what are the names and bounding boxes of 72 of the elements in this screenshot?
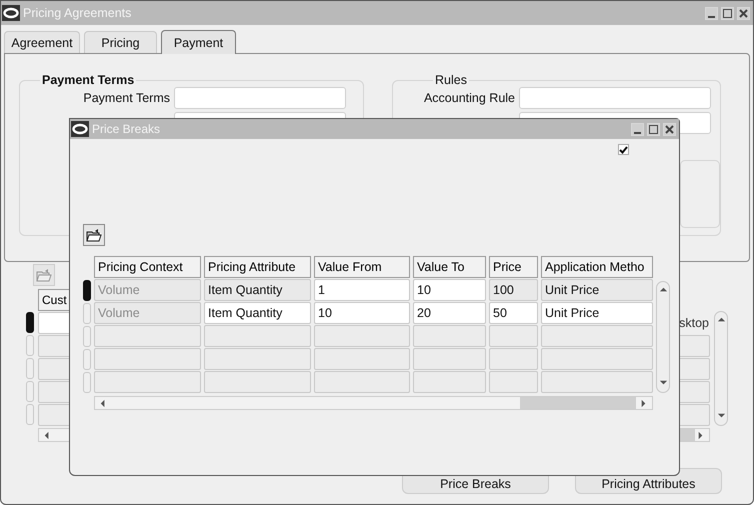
maximize-icon — [723, 8, 732, 18]
table-cell[interactable]: Item Quantity — [204, 279, 311, 301]
maximize-button[interactable] — [721, 6, 734, 20]
vertical-scrollbar[interactable] — [656, 281, 670, 393]
table-cell[interactable] — [541, 325, 653, 347]
table-cell[interactable] — [314, 348, 410, 370]
folder-icon — [36, 268, 52, 282]
table-cell[interactable]: 100 — [489, 279, 538, 301]
table-cell[interactable] — [204, 371, 311, 393]
minimize-button[interactable] — [705, 6, 718, 20]
table-cell[interactable] — [413, 325, 486, 347]
table-cell[interactable] — [94, 348, 201, 370]
scrollbar-thumb[interactable] — [520, 397, 636, 409]
table-cell[interactable] — [314, 325, 410, 347]
column-header: Pricing Context — [94, 256, 201, 278]
window-title: Pricing Agreements — [23, 6, 132, 20]
row-indicator[interactable] — [83, 280, 91, 300]
field-label: Accounting Rule — [422, 91, 515, 105]
logo-icon — [71, 121, 89, 137]
table-cell[interactable] — [541, 371, 653, 393]
table-cell[interactable] — [204, 348, 311, 370]
group-title: Payment Terms — [41, 73, 136, 87]
table-cell[interactable] — [413, 371, 486, 393]
folder-icon — [86, 228, 102, 242]
logo-icon — [2, 5, 20, 21]
tab[interactable]: Pricing — [84, 31, 157, 53]
minimize-button[interactable] — [631, 122, 644, 136]
minimize-icon — [634, 132, 641, 134]
input-field[interactable] — [174, 87, 346, 109]
table-cell[interactable]: 20 — [413, 302, 486, 324]
close-button[interactable] — [663, 122, 676, 136]
table-cell[interactable]: 10 — [413, 279, 486, 301]
table-cell[interactable]: 50 — [489, 302, 538, 324]
maximize-icon — [649, 124, 658, 134]
table-cell[interactable] — [204, 325, 311, 347]
row-indicator[interactable] — [26, 312, 34, 333]
close-icon — [739, 8, 748, 18]
table-cell[interactable] — [413, 348, 486, 370]
minimize-icon — [708, 16, 715, 18]
table-cell[interactable] — [314, 371, 410, 393]
table-cell[interactable] — [489, 348, 538, 370]
column-header: Application Metho — [541, 256, 653, 278]
table-cell[interactable] — [94, 325, 201, 347]
field-label: Payment Terms — [82, 91, 170, 105]
column-header: Value From — [314, 256, 410, 278]
table-cell[interactable] — [541, 348, 653, 370]
scroll-right-arrow-icon[interactable] — [639, 398, 648, 408]
horizontal-scrollbar[interactable] — [94, 396, 653, 410]
checkbox[interactable] — [618, 144, 629, 155]
table-cell[interactable] — [94, 371, 201, 393]
column-header: Price — [489, 256, 538, 278]
vertical-scrollbar[interactable] — [714, 311, 728, 426]
group-title: Rules — [434, 73, 468, 87]
close-button[interactable] — [737, 6, 750, 20]
input-field[interactable] — [519, 87, 711, 109]
column-header: Value To — [413, 256, 486, 278]
table-cell[interactable]: Unit Price — [541, 302, 653, 324]
column-header: Pricing Attribute — [204, 256, 311, 278]
folder-button[interactable] — [83, 224, 105, 246]
close-icon — [665, 124, 674, 134]
check-icon — [619, 146, 628, 154]
scroll-right-arrow-icon[interactable] — [696, 430, 705, 440]
table-cell[interactable] — [489, 325, 538, 347]
maximize-button[interactable] — [647, 122, 660, 136]
table-cell[interactable]: Item Quantity — [204, 302, 311, 324]
tab[interactable]: Payment — [161, 30, 236, 54]
table-cell[interactable]: Unit Price — [541, 279, 653, 301]
table-cell[interactable]: 1 — [314, 279, 410, 301]
table-cell[interactable]: 10 — [314, 302, 410, 324]
window-title: Price Breaks — [92, 122, 160, 136]
table-cell[interactable] — [489, 371, 538, 393]
tab[interactable]: Agreement — [4, 31, 80, 53]
